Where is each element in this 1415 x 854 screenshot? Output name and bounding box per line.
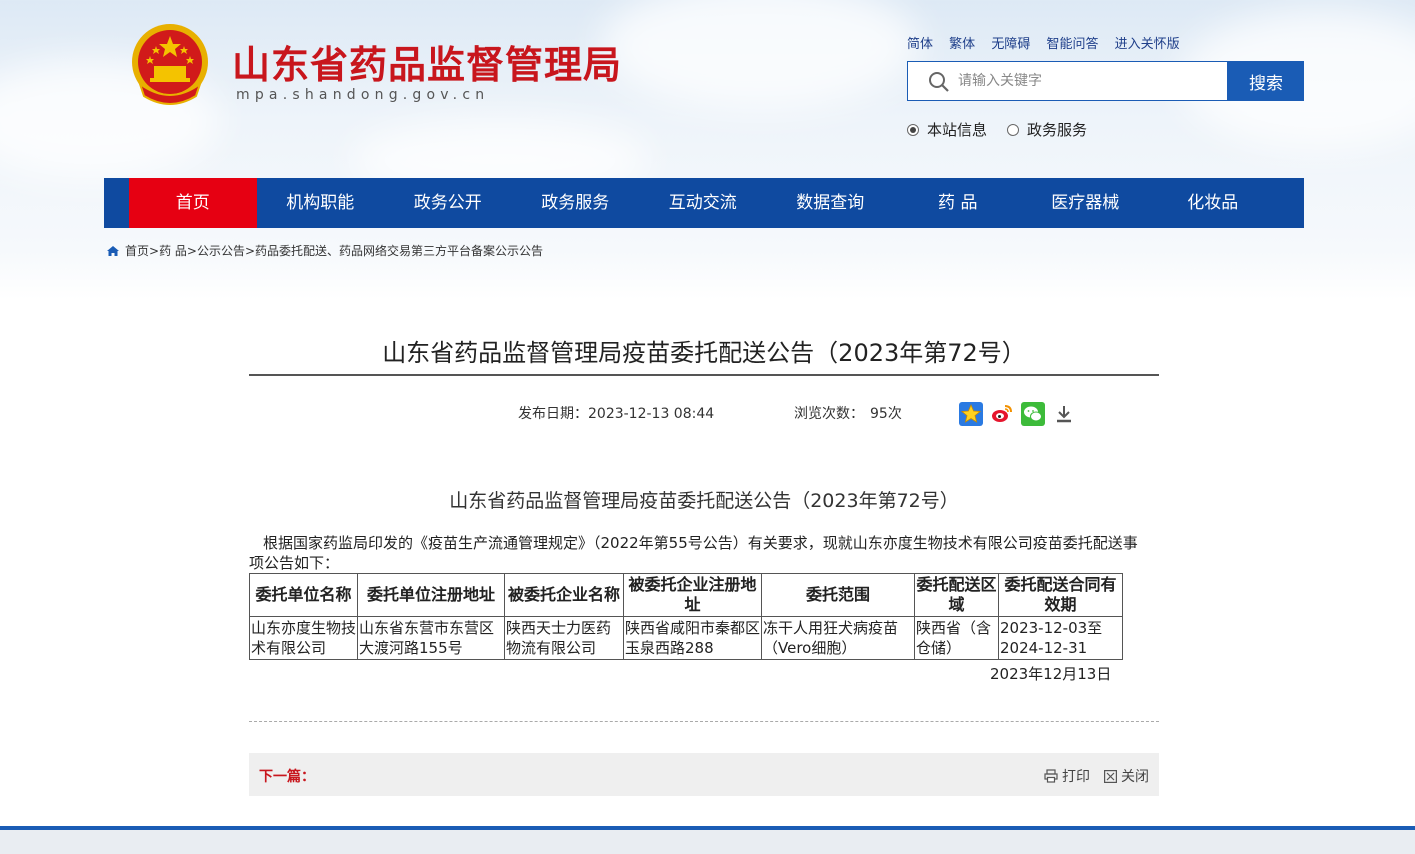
table-header-cell: 委托配送区域 <box>914 573 999 617</box>
publish-date: 发布日期：2023-12-13 08:44 <box>518 406 715 422</box>
nav-item-data-query[interactable]: 数据查询 <box>767 178 895 228</box>
close-icon <box>1104 769 1117 783</box>
nav-item-gov-services[interactable]: 政务服务 <box>512 178 640 228</box>
top-links: 简体 繁体 无障碍 智能问答 进入关怀版 <box>907 33 1192 52</box>
table-header-cell: 委托配送合同有效期 <box>998 573 1123 617</box>
top-link-traditional[interactable]: 繁体 <box>949 37 975 52</box>
next-article-link[interactable]: 下一篇： <box>259 766 315 786</box>
scope-option-site[interactable]: 本站信息 <box>907 119 987 140</box>
radio-unselected-icon[interactable] <box>1007 123 1020 136</box>
close-button[interactable]: 关闭 <box>1104 766 1149 786</box>
article-actions: 打印 关闭 <box>1044 766 1149 786</box>
content-paragraph: 根据国家药监局印发的《疫苗生产流通管理规定》（2022年第55号公告）有关要求，… <box>249 534 1138 572</box>
article-title: 山东省药品监督管理局疫苗委托配送公告（2023年第72号） <box>382 339 1026 367</box>
favorite-star-icon[interactable] <box>959 402 983 426</box>
home-icon <box>107 245 119 256</box>
share-toolbar <box>959 402 1076 426</box>
top-link-care-mode[interactable]: 进入关怀版 <box>1115 37 1180 52</box>
wechat-icon[interactable] <box>1021 402 1045 426</box>
search-button[interactable]: 搜索 <box>1228 61 1304 101</box>
breadcrumb-current[interactable]: 药品委托配送、药品网络交易第三方平台备案公示公告 <box>255 242 543 259</box>
main-nav: 首页 机构职能 政务公开 政务服务 互动交流 数据查询 药 品 医疗器械 化妆品 <box>104 178 1304 228</box>
table-cell: 山东省东营市东营区大渡河路155号 <box>357 616 505 660</box>
nav-item-cosmetics[interactable]: 化妆品 <box>1149 178 1277 228</box>
breadcrumb-home[interactable]: 首页 <box>125 242 149 259</box>
table-cell: 陕西省（含仓储） <box>914 616 999 660</box>
sign-date: 2023年12月13日 <box>990 665 1112 683</box>
notice-table: 委托单位名称 委托单位注册地址 被委托企业名称 被委托企业注册地址 委托范围 委… <box>249 573 1123 660</box>
view-count: 浏览次数： 95次 <box>794 406 902 422</box>
background-cloud <box>600 0 920 110</box>
search-scope: 本站信息 政务服务 <box>907 119 1107 140</box>
page-footer <box>0 830 1415 854</box>
printer-icon <box>1044 769 1058 783</box>
search-input[interactable] <box>958 62 1223 100</box>
nav-item-functions[interactable]: 机构职能 <box>257 178 385 228</box>
breadcrumb-notices[interactable]: 公示公告 <box>197 242 245 259</box>
table-cell: 2023-12-03至2024-12-31 <box>998 616 1123 660</box>
table-header-cell: 被委托企业注册地址 <box>623 573 762 617</box>
top-link-smart-qa[interactable]: 智能问答 <box>1046 37 1098 52</box>
table-row: 山东亦度生物技术有限公司 山东省东营市东营区大渡河路155号 陕西天士力医药物流… <box>249 616 1123 660</box>
content-title: 山东省药品监督管理局疫苗委托配送公告（2023年第72号） <box>449 490 959 512</box>
nav-item-gov-open[interactable]: 政务公开 <box>384 178 512 228</box>
breadcrumb-separator: > <box>244 243 256 258</box>
top-link-simplified[interactable]: 简体 <box>907 37 933 52</box>
radio-selected-icon[interactable] <box>907 123 919 136</box>
table-header-cell: 委托范围 <box>761 573 915 617</box>
nav-item-home[interactable]: 首页 <box>129 178 257 228</box>
nav-item-drugs[interactable]: 药 品 <box>894 178 1022 228</box>
breadcrumb-separator: > <box>186 243 197 258</box>
table-header-cell: 委托单位注册地址 <box>357 573 505 617</box>
search-icon <box>929 72 949 92</box>
table-cell: 冻干人用狂犬病疫苗（Vero细胞） <box>761 616 915 660</box>
breadcrumb-drugs[interactable]: 药 品 <box>159 242 187 259</box>
top-link-accessibility[interactable]: 无障碍 <box>991 37 1030 52</box>
table-cell: 陕西天士力医药物流有限公司 <box>504 616 624 660</box>
table-header-row: 委托单位名称 委托单位注册地址 被委托企业名称 被委托企业注册地址 委托范围 委… <box>249 573 1123 617</box>
scope-option-services[interactable]: 政务服务 <box>1007 119 1087 140</box>
nav-item-interaction[interactable]: 互动交流 <box>639 178 767 228</box>
site-title: 山东省药品监督管理局 <box>232 42 623 87</box>
title-divider <box>249 374 1159 376</box>
weibo-icon[interactable] <box>990 402 1014 426</box>
dashed-divider <box>249 721 1159 722</box>
breadcrumb-separator: > <box>149 243 160 258</box>
site-domain: mpa.shandong.gov.cn <box>236 87 490 103</box>
table-cell: 山东亦度生物技术有限公司 <box>249 616 358 660</box>
table-header-cell: 委托单位名称 <box>249 573 358 617</box>
table-cell: 陕西省咸阳市秦都区玉泉西路288 <box>623 616 762 660</box>
search-box <box>907 61 1228 101</box>
print-button[interactable]: 打印 <box>1044 766 1090 786</box>
national-emblem-logo <box>130 22 210 106</box>
nav-item-medical-devices[interactable]: 医疗器械 <box>1022 178 1150 228</box>
download-icon[interactable] <box>1052 402 1076 426</box>
table-header-cell: 被委托企业名称 <box>504 573 624 617</box>
article-footer-bar: 下一篇： 打印 关闭 <box>249 753 1159 796</box>
breadcrumb: 首页 > 药 品 > 公示公告 > 药品委托配送、药品网络交易第三方平台备案公示… <box>106 242 543 259</box>
